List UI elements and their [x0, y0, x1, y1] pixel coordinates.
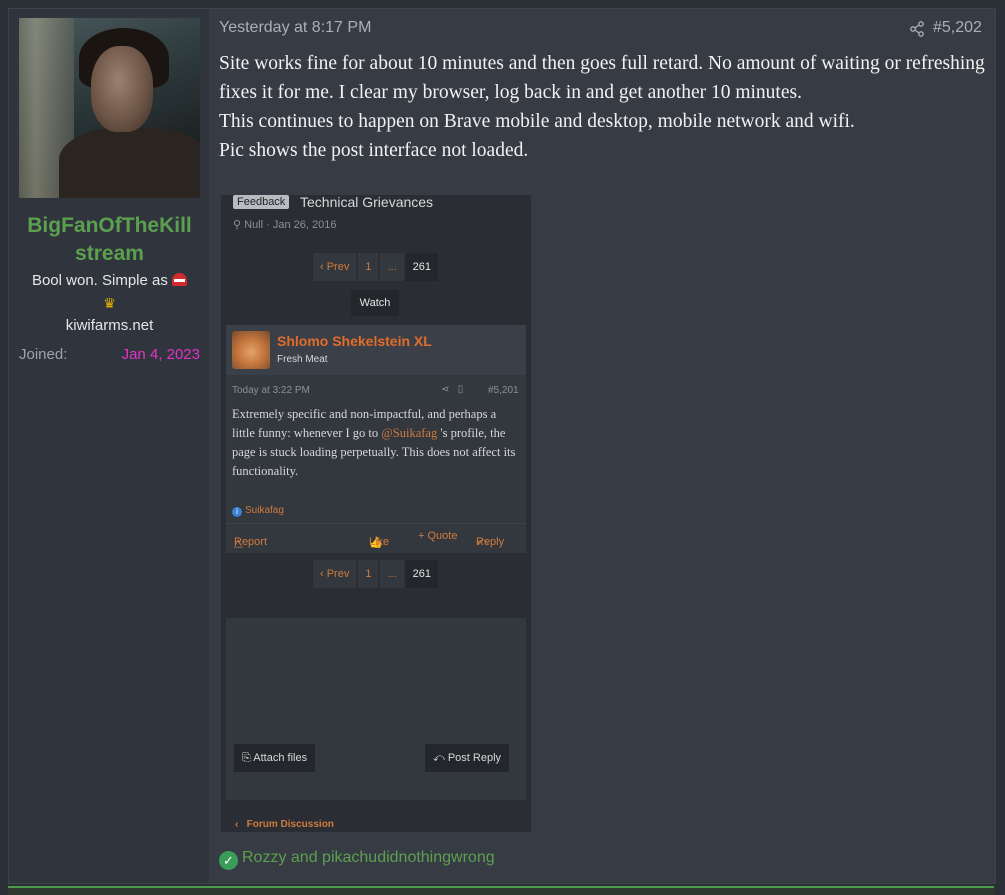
paperclip-icon: ⎘ [242, 752, 251, 764]
crown-icon: ♛ [103, 295, 116, 311]
joined-label: Joined: [19, 346, 68, 363]
attached-screenshot[interactable]: Feedback Technical Grievances ⚲ Null · J… [221, 195, 531, 832]
joined-date: Jan 4, 2023 [121, 346, 200, 363]
prev-page: ‹ Prev [313, 253, 357, 281]
post-paragraph: Pic shows the post interface not loaded. [219, 140, 529, 161]
page-first: 1 [358, 560, 379, 588]
post-paragraph: This continues to happen on Brave mobile… [219, 111, 855, 132]
inner-date: Today at 3:22 PM [232, 385, 310, 396]
next-post-edge [8, 886, 994, 895]
post-body: Site works fine for about 10 minutes and… [219, 49, 989, 165]
forum-discussion-link: ‹ Forum Discussion [235, 819, 334, 830]
page-current: 261 [405, 560, 438, 588]
post-paragraph: Site works fine for about 10 minutes and… [219, 53, 985, 103]
page-ellipsis: ... [380, 253, 404, 281]
post-date[interactable]: Yesterday at 8:17 PM [219, 19, 371, 37]
inner-actions: △ Report 👍 Like + Quote ⤺ Reply [226, 523, 526, 549]
attach-files-button: ⎘ Attach files [234, 744, 316, 772]
pagination-top: ‹ Prev 1 ... 261 [313, 253, 438, 281]
user-cell: BigFanOfTheKill stream Bool won. Simple … [9, 9, 209, 883]
reactions-bar[interactable]: ✓ Rozzy and pikachudidnothingwrong [219, 849, 495, 870]
reactions-users[interactable]: Rozzy and pikachudidnothingwrong [242, 849, 495, 866]
thread-title: Technical Grievances [300, 195, 434, 210]
watch-button: Watch [351, 290, 399, 316]
reply-editor: ⎘ Attach files ⤺ Post Reply [226, 618, 526, 800]
inner-text: Extremely specific and non-impactful, an… [232, 407, 516, 478]
joined-row: Joined: Jan 4, 2023 [19, 345, 200, 365]
inner-number: #5,201 [488, 385, 519, 396]
post-container: BigFanOfTheKill stream Bool won. Simple … [8, 8, 996, 884]
inner-rank: Fresh Meat [277, 354, 328, 365]
thread-prefix-tag: Feedback [233, 195, 290, 209]
mention: @Suikafag [381, 426, 438, 440]
inner-post-header: Shlomo Shekelstein XL Fresh Meat [226, 325, 526, 375]
inner-avatar [232, 331, 270, 369]
inner-post: Shlomo Shekelstein XL Fresh Meat Today a… [226, 325, 526, 553]
page-ellipsis: ... [380, 560, 404, 588]
thread-meta: ⚲ Null · Jan 26, 2016 [233, 219, 337, 231]
info-icon: i [232, 507, 242, 517]
pagination-bottom: ‹ Prev 1 ... 261 [313, 560, 438, 588]
post-reply-button: ⤺ Post Reply [425, 744, 510, 772]
avatar[interactable] [19, 18, 200, 198]
username[interactable]: BigFanOfTheKill stream [19, 212, 200, 268]
check-icon: ✓ [219, 851, 238, 870]
quote-link: + Quote [418, 530, 458, 542]
post-main: Yesterday at 8:17 PM #5,202 Site works f… [219, 9, 995, 883]
user-site: kiwifarms.net [65, 317, 154, 334]
page-current: 261 [405, 253, 438, 281]
prev-page: ‹ Prev [313, 560, 357, 588]
user-title: Bool won. Simple as ♛ kiwifarms.net [19, 270, 200, 337]
inner-reaction: i Suikafag [232, 505, 284, 517]
reply-icon: ⤺ [433, 752, 445, 764]
user-title-text: Bool won. Simple as [31, 272, 168, 289]
inner-author: Shlomo Shekelstein XL [277, 333, 432, 349]
post-number[interactable]: #5,202 [933, 19, 982, 37]
helmet-icon [172, 273, 188, 286]
share-icon[interactable] [909, 21, 925, 37]
inner-share-bookmark-icons: ⋖ ▯ [441, 384, 464, 395]
page-first: 1 [358, 253, 379, 281]
